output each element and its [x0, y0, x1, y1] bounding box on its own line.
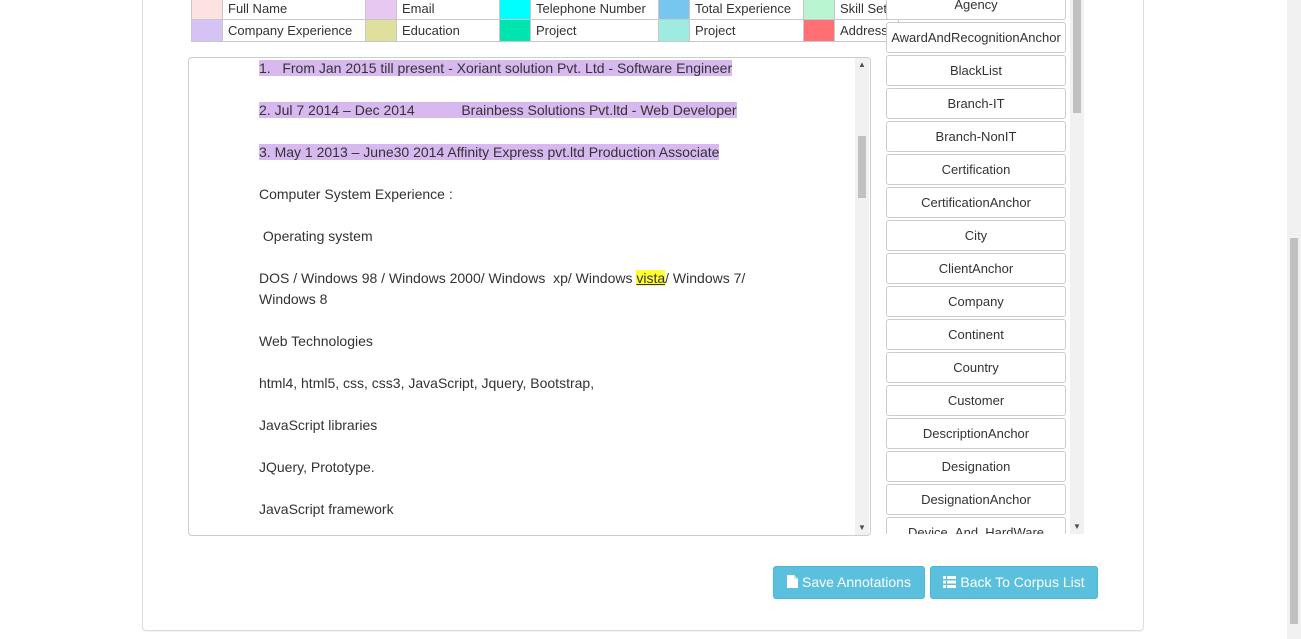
legend-label: Project	[530, 19, 659, 42]
back-to-corpus-list-button[interactable]: Back To Corpus List	[930, 566, 1098, 599]
entity-type-button[interactable]: Certification	[886, 154, 1066, 185]
annotated-span[interactable]: vista	[636, 270, 666, 286]
legend-row: Company Experience Education Project Projec…	[191, 19, 899, 42]
page-scrollbar-thumb[interactable]	[1290, 238, 1298, 624]
entity-type-button[interactable]: Branch-IT	[886, 88, 1066, 119]
entity-type-button[interactable]: CertificationAnchor	[886, 187, 1066, 218]
legend-row: Full Name Email Telephone Number Total Expe…	[191, 0, 899, 20]
legend-color-swatch	[191, 19, 223, 42]
document-line[interactable]: 1. From Jan 2015 till present - Xoriant …	[259, 58, 733, 79]
legend-label: Project	[689, 19, 804, 42]
text-span: JavaScript libraries	[259, 417, 378, 433]
save-annotations-button[interactable]: Save Annotations	[773, 566, 925, 599]
entity-type-button[interactable]: DesignationAnchor	[886, 484, 1066, 515]
document-line[interactable]: Computer System Experience :	[259, 184, 453, 205]
entity-type-button[interactable]: Designation	[886, 451, 1066, 482]
scroll-up-arrow-icon[interactable]: ▲	[855, 58, 869, 72]
entity-type-button[interactable]: Device_And_HardWare	[886, 517, 1066, 534]
text-span: Computer System Experience :	[259, 186, 453, 202]
document-line[interactable]: 3. May 1 2013 – June30 2014 Affinity Exp…	[259, 142, 720, 163]
text-span: Operating system	[259, 228, 373, 244]
legend-color-swatch	[365, 19, 397, 42]
entity-type-button[interactable]: DescriptionAnchor	[886, 418, 1066, 449]
text-span: html4, html5, css, css3, JavaScript, Jqu…	[259, 375, 595, 391]
entity-type-button[interactable]: Continent	[886, 319, 1066, 350]
annotated-span[interactable]: 1. From Jan 2015 till present - Xoriant …	[259, 60, 733, 76]
entity-type-button[interactable]: Agency	[886, 0, 1066, 20]
legend-color-swatch	[499, 0, 531, 20]
save-annotations-label: Save Annotations	[802, 574, 911, 590]
document-line[interactable]: JavaScript libraries	[259, 415, 377, 436]
legend-color-swatch	[658, 19, 690, 42]
document-line[interactable]: Web Technologies	[259, 331, 373, 352]
document-line[interactable]: Operating system	[259, 226, 373, 247]
entity-list-scrollbar[interactable]: ▼	[1070, 0, 1084, 534]
back-to-corpus-list-label: Back To Corpus List	[960, 574, 1085, 590]
entity-type-list: Agency AwardAndRecognitionAnchor BlackList…	[886, 0, 1084, 534]
file-icon	[787, 568, 798, 599]
legend-color-swatch	[658, 0, 690, 20]
document-line[interactable]: Windows 8	[259, 289, 327, 310]
legend-label: Email	[396, 0, 500, 20]
text-span: / Windows 7/	[665, 270, 746, 286]
legend-color-swatch	[499, 19, 531, 42]
legend-color-swatch	[191, 0, 223, 20]
legend-label: Company Experience	[222, 19, 366, 42]
document-line[interactable]: JQuery, Prototype.	[259, 457, 375, 478]
legend-label: Total Experience	[689, 0, 804, 20]
annotated-span[interactable]: 2. Jul 7 2014 – Dec 2014 Brainbess Solut…	[259, 102, 737, 118]
document-line[interactable]: 2. Jul 7 2014 – Dec 2014 Brainbess Solut…	[259, 100, 737, 121]
entity-type-button[interactable]: AwardAndRecognitionAnchor	[886, 22, 1066, 53]
document-scrollbar[interactable]: ▲ ▼	[855, 58, 869, 535]
scrollbar-thumb[interactable]	[858, 136, 866, 198]
document-line[interactable]: JavaScript framework	[259, 499, 394, 520]
entity-type-button[interactable]: Branch-NonIT	[886, 121, 1066, 152]
legend-label: Telephone Number	[530, 0, 659, 20]
entity-type-button[interactable]: ClientAnchor	[886, 253, 1066, 284]
text-span: Web Technologies	[259, 333, 373, 349]
text-span: JQuery, Prototype.	[259, 459, 375, 475]
entity-type-button[interactable]: Country	[886, 352, 1066, 383]
page-scrollbar[interactable]	[1287, 0, 1301, 639]
document-line[interactable]: html4, html5, css, css3, JavaScript, Jqu…	[259, 373, 594, 394]
document-viewer[interactable]: 1. From Jan 2015 till present - Xoriant …	[188, 57, 871, 536]
list-icon	[943, 568, 957, 599]
entity-type-button[interactable]: Customer	[886, 385, 1066, 416]
entity-color-legend: Full Name Email Telephone Number Total Expe…	[191, 0, 899, 42]
document-line[interactable]: DOS / Windows 98 / Windows 2000/ Windows…	[259, 268, 745, 289]
entity-type-button[interactable]: BlackList	[886, 55, 1066, 86]
text-span: JavaScript framework	[259, 501, 394, 517]
annotated-span[interactable]: 3. May 1 2013 – June30 2014 Affinity Exp…	[259, 144, 720, 160]
scroll-down-arrow-icon[interactable]: ▼	[1070, 520, 1084, 534]
entity-type-button[interactable]: Company	[886, 286, 1066, 317]
scrollbar-thumb[interactable]	[1073, 0, 1081, 113]
scroll-down-arrow-icon[interactable]: ▼	[855, 521, 869, 535]
legend-label: Education	[396, 19, 500, 42]
text-span: DOS / Windows 98 / Windows 2000/ Windows…	[259, 270, 637, 286]
legend-color-swatch	[803, 19, 835, 42]
legend-color-swatch	[803, 0, 835, 20]
legend-color-swatch	[365, 0, 397, 20]
entity-type-button[interactable]: City	[886, 220, 1066, 251]
text-span: Windows 8	[259, 291, 328, 307]
legend-label: Full Name	[222, 0, 366, 20]
